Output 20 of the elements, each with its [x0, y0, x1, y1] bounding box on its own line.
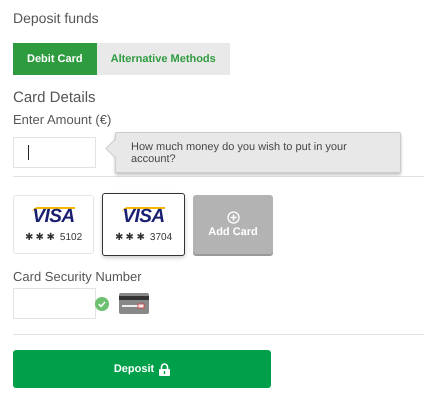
add-card-button[interactable]: Add Card [193, 195, 273, 254]
security-field[interactable] [13, 288, 96, 319]
deposit-button[interactable]: Deposit [13, 350, 271, 388]
saved-card[interactable]: VISA ✱ ✱ ✱ 3704 [102, 193, 185, 256]
amount-label: Enter Amount (€) [13, 112, 112, 127]
section-heading: Card Details [13, 89, 97, 106]
tooltip: How much money do you wish to put in your account? [115, 132, 401, 173]
lock-icon [159, 362, 170, 376]
card-brand-logo: VISA [32, 206, 75, 224]
card-number: ✱ ✱ ✱ 5102 [24, 230, 82, 242]
security-label: Card Security Number [13, 269, 143, 284]
method-tab[interactable]: Debit Card [13, 43, 97, 75]
card-brand-logo: VISA [122, 206, 165, 224]
amount-field[interactable] [13, 137, 96, 168]
card-icon [119, 293, 149, 314]
card-number: ✱ ✱ ✱ 3704 [114, 230, 172, 242]
plus-circle-icon [226, 211, 240, 224]
page-title: Deposit funds [13, 10, 100, 28]
saved-card[interactable]: VISA ✱ ✱ ✱ 5102 [13, 195, 94, 254]
text-cursor [28, 145, 29, 160]
